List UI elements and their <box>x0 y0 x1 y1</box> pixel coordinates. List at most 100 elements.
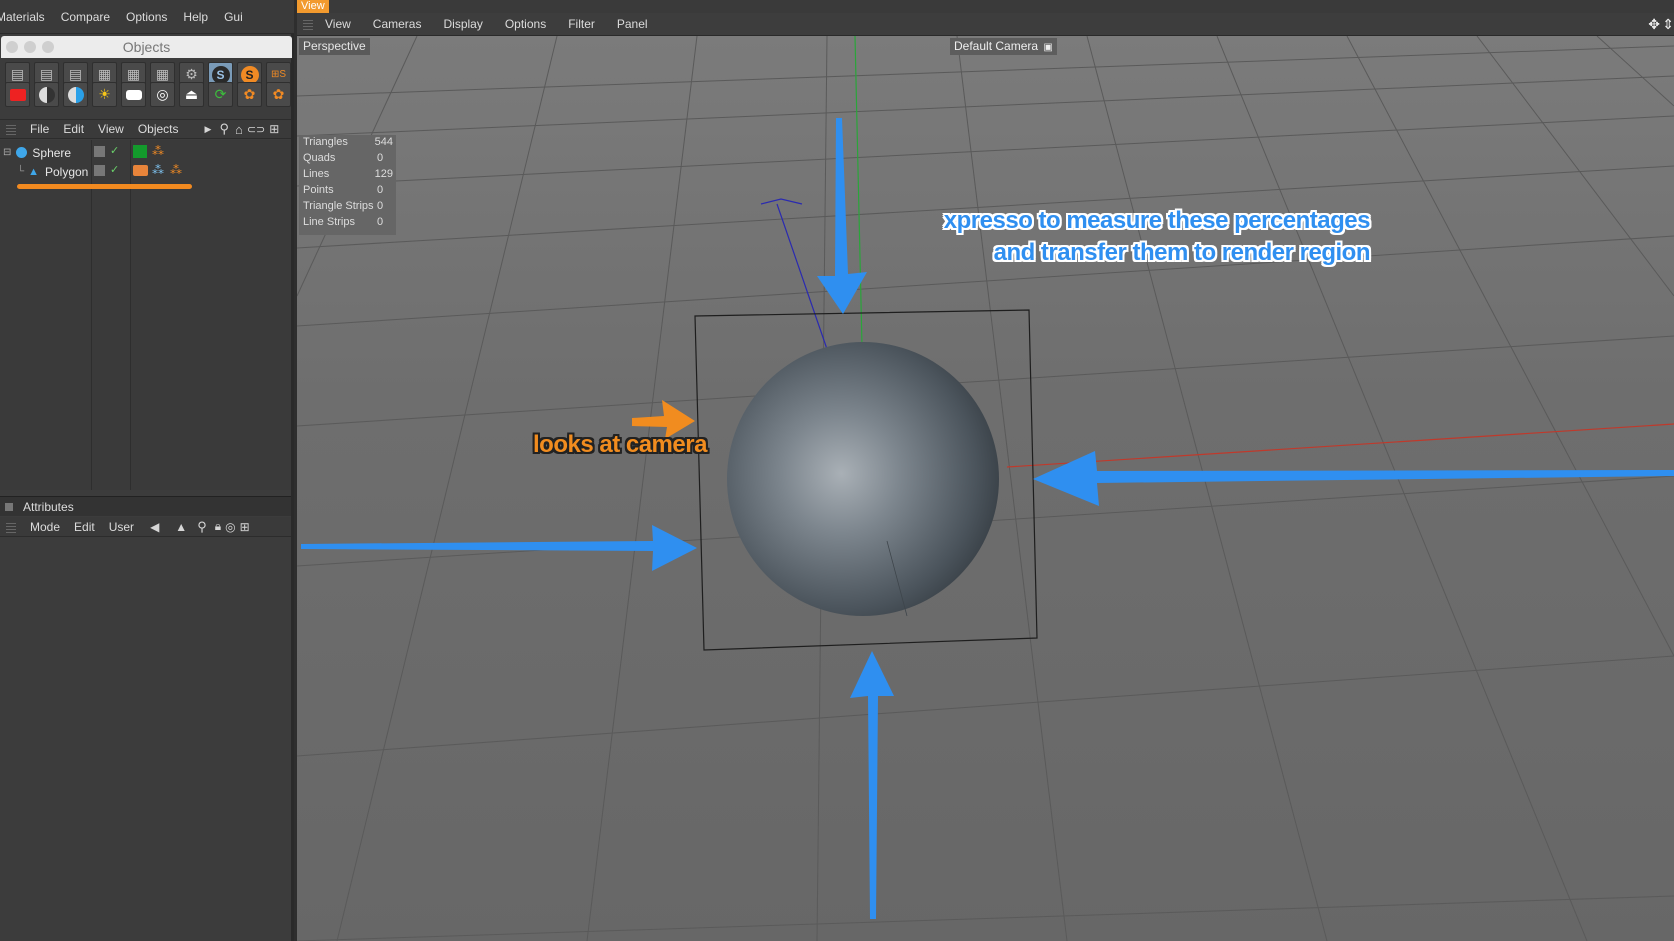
close-dot[interactable] <box>6 41 18 53</box>
stat-row: Triangles 544 <box>303 136 393 152</box>
floor-icon[interactable] <box>121 82 146 107</box>
menu-gui[interactable]: Gui <box>224 10 243 24</box>
annotation-look-at-camera: looks at camera <box>533 431 707 458</box>
viewport-3d[interactable] <box>297 36 1674 941</box>
xpresso-tag-icon[interactable]: ⁂ <box>152 163 164 177</box>
grip-icon[interactable] <box>6 520 16 533</box>
lamp-icon[interactable]: ⏏ <box>179 82 204 107</box>
stat-row: Points 0 <box>303 184 393 200</box>
stat-value: 0 <box>377 184 384 196</box>
stat-row: Line Strips 0 <box>303 216 393 232</box>
new-panel-icon[interactable]: ⊞ <box>269 122 279 136</box>
look-at-camera-tag-icon[interactable] <box>133 165 148 176</box>
sun-icon[interactable]: ☀ <box>92 82 117 107</box>
stat-label: Triangle Strips <box>303 200 374 212</box>
object-list <box>0 140 291 490</box>
sphere-object[interactable] <box>727 342 999 616</box>
stat-label: Triangles <box>303 136 348 148</box>
grip-icon[interactable] <box>303 18 313 30</box>
list-item[interactable]: ⊟ Sphere ✓ ⁂ <box>0 143 291 162</box>
window-controls <box>6 41 54 53</box>
tag-dots-icon[interactable]: ⁂ <box>152 144 164 158</box>
menu-materials[interactable]: Materials <box>0 10 45 24</box>
panel-square-icon <box>5 502 13 511</box>
display-tag-icon[interactable] <box>133 145 147 158</box>
column-divider <box>91 140 92 490</box>
back-arrow-icon[interactable]: ◀ <box>150 520 159 534</box>
grip-icon[interactable] <box>6 123 16 135</box>
new-panel-icon[interactable]: ⊞ <box>240 520 250 534</box>
projection-label[interactable]: Perspective <box>299 38 370 55</box>
zoom-view-icon[interactable]: ⇕ <box>1662 16 1674 33</box>
tag-dots-icon[interactable]: ⁂ <box>170 163 182 177</box>
stats-hud: Triangles 544 Quads 0 Lines 129 Points 0 Tri… <box>299 135 396 235</box>
move-view-icon[interactable]: ✥ <box>1648 16 1660 33</box>
tree-branch-icon: └ <box>17 166 25 177</box>
layer-icon[interactable] <box>94 146 105 157</box>
viewport-menu-bar: View Cameras Display Options Filter Pane… <box>297 13 1674 36</box>
stat-row: Lines 129 <box>303 168 393 184</box>
layer-icon[interactable] <box>94 165 105 176</box>
selection-underline <box>17 184 192 189</box>
tree-alt-icon[interactable]: ✿ <box>266 82 291 107</box>
left-panel: Materials Compare Options Help Gui Objec… <box>0 0 294 941</box>
link-icon[interactable]: ⊂⊃ <box>247 123 265 136</box>
search-icon[interactable]: ⚲ <box>219 121 229 137</box>
menu-options[interactable]: Options <box>126 10 167 24</box>
attributes-menu-edit[interactable]: Edit <box>74 520 95 534</box>
camera-label[interactable]: Default Camera ▣ <box>950 38 1057 55</box>
camera-name: Default Camera <box>954 39 1039 53</box>
objects-menu-edit[interactable]: Edit <box>63 122 84 136</box>
viewport-menu-display[interactable]: Display <box>443 17 482 31</box>
stat-value: 0 <box>377 216 384 228</box>
target-icon[interactable]: ◎ <box>225 520 235 534</box>
viewport-top-bar <box>297 0 1674 13</box>
camera-icon: ▣ <box>1043 42 1053 53</box>
tab-view[interactable]: View <box>297 0 329 13</box>
stat-label: Quads <box>303 152 336 164</box>
viewport-menu-filter[interactable]: Filter <box>568 17 595 31</box>
stat-label: Points <box>303 184 334 196</box>
target-icon[interactable]: ◎ <box>150 82 175 107</box>
tree-icon[interactable]: ✿ <box>237 82 262 107</box>
menu-help[interactable]: Help <box>183 10 208 24</box>
annotation-line-2: and transfer them to render region <box>993 239 1371 266</box>
up-arrow-icon[interactable]: ▲ <box>175 520 187 534</box>
objects-menu-objects[interactable]: Objects <box>138 122 179 136</box>
viewport-menu-options[interactable]: Options <box>505 17 546 31</box>
viewport-menu-view[interactable]: View <box>325 17 351 31</box>
list-item[interactable]: └ ▲ Polygon ✓ ⁂ ⁂ <box>0 162 291 181</box>
attributes-menu-user[interactable]: User <box>109 520 134 534</box>
zoom-dot[interactable] <box>42 41 54 53</box>
object-name-polygon[interactable]: Polygon <box>45 165 88 179</box>
search-icon[interactable]: ⚲ <box>197 519 207 535</box>
stat-row: Triangle Strips 0 <box>303 200 393 216</box>
minimize-dot[interactable] <box>24 41 36 53</box>
home-icon[interactable]: ⌂ <box>235 122 243 137</box>
objects-menu-file[interactable]: File <box>30 122 49 136</box>
annotation-line-1: xpresso to measure these percentages <box>943 207 1371 234</box>
menu-compare[interactable]: Compare <box>61 10 110 24</box>
material-half-icon[interactable] <box>63 82 88 107</box>
camera-icon[interactable] <box>5 82 30 107</box>
polygon-icon: ▲ <box>28 165 39 178</box>
visibility-check-icon[interactable]: ✓ <box>110 144 119 157</box>
light-half-icon[interactable] <box>34 82 59 107</box>
stat-label: Line Strips <box>303 216 355 228</box>
main-menu-bar: Materials Compare Options Help Gui <box>0 0 294 34</box>
viewport-menu-panel[interactable]: Panel <box>617 17 648 31</box>
object-name-sphere[interactable]: Sphere <box>32 146 71 160</box>
viewport-menu-cameras[interactable]: Cameras <box>373 17 422 31</box>
attributes-menu-bar: Mode Edit User ◀ ▲ ⚲ 🔒︎ ◎ ⊞ <box>0 517 291 537</box>
column-divider <box>130 140 131 490</box>
collapse-icon[interactable]: ⊟ <box>3 147 11 158</box>
objects-menu-bar: File Edit View Objects ▶ ⚲ ⌂ ⊂⊃ ⊞ <box>0 119 291 139</box>
attributes-menu-mode[interactable]: Mode <box>30 520 60 534</box>
expand-arrow-icon[interactable]: ▶ <box>205 124 212 135</box>
objects-menu-view[interactable]: View <box>98 122 124 136</box>
lock-icon[interactable]: 🔒︎ <box>215 519 221 534</box>
refresh-icon[interactable]: ⟳ <box>208 82 233 107</box>
attributes-title: Attributes <box>23 499 74 514</box>
attributes-title-bar: Attributes <box>0 496 291 516</box>
visibility-check-icon[interactable]: ✓ <box>110 163 119 176</box>
